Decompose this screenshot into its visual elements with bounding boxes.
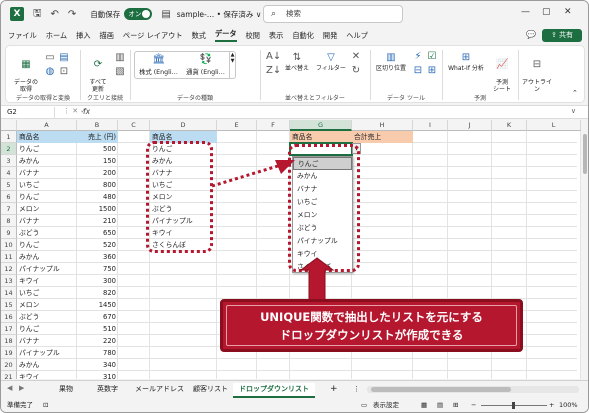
explanation-callout: UNIQUE関数で抽出したリストを元にする ドロップダウンリストが作成できる: [220, 299, 523, 352]
callout-inner-border: [226, 305, 517, 346]
callout-arrow: [299, 257, 335, 301]
dotted-arrow-line: [211, 164, 279, 188]
dotted-arrow-head: [275, 160, 295, 174]
